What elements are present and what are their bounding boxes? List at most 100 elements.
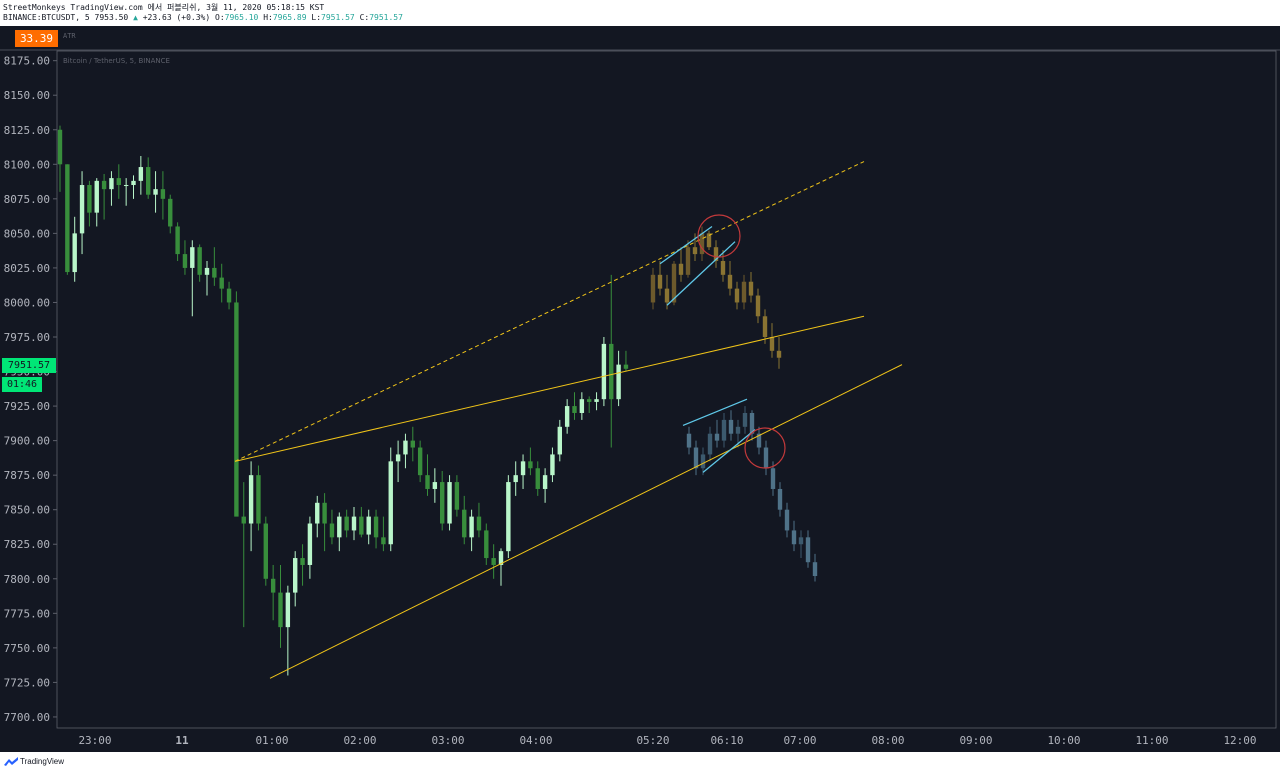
projection-down-candle-body [707, 433, 713, 455]
candle-body [248, 475, 254, 524]
y-tick-label: 7925.00 [4, 400, 50, 413]
projection-down-candle-body [728, 419, 734, 434]
candle-body [101, 180, 107, 190]
candle-body [594, 399, 599, 402]
candle-body [168, 198, 173, 227]
candle-body [447, 482, 452, 524]
candle-body [557, 426, 562, 455]
x-tick-label: 04:00 [519, 734, 552, 747]
candle-body [359, 516, 364, 535]
projection-up-candle-body [678, 263, 684, 275]
plot-area [56, 50, 1277, 729]
candle-body [550, 454, 555, 476]
y-tick-label: 8150.00 [4, 89, 50, 102]
candle-body [256, 475, 261, 524]
candle-body [160, 189, 166, 199]
candle-body [440, 482, 445, 524]
candle-body [616, 364, 621, 400]
candle-body [94, 180, 99, 213]
x-tick-label: 23:00 [78, 734, 111, 747]
projection-down-candle-body [812, 562, 818, 577]
x-tick-label: 07:00 [783, 734, 816, 747]
candle-body [542, 475, 548, 489]
candle-body [116, 178, 121, 186]
symbol-description: Bitcoin / TetherUS, 5, BINANCE [63, 57, 170, 65]
candle-body [263, 523, 268, 579]
projection-up-candle-body [650, 274, 656, 303]
candle-body [351, 516, 357, 531]
x-tick-label: 02:00 [343, 734, 376, 747]
footer-bar: TradingView [0, 752, 1280, 773]
candle-body [601, 343, 607, 400]
projection-down-candle-body [735, 426, 741, 434]
candle-body [579, 399, 585, 413]
y-tick-label: 8175.00 [4, 55, 50, 68]
candle-body [131, 180, 136, 186]
candle-body [204, 267, 210, 275]
y-tick-label: 7975.00 [4, 331, 50, 344]
candle-body [329, 523, 335, 538]
candle-body [535, 468, 540, 489]
projection-up-candle-body [664, 288, 670, 303]
candle-body [491, 558, 496, 565]
candle-body [623, 364, 629, 369]
tradingview-brand[interactable]: TradingView [20, 757, 64, 766]
x-tick-label: 01:00 [255, 734, 288, 747]
candle-body [219, 277, 224, 289]
candle-body [476, 516, 482, 531]
candle-body [609, 343, 614, 400]
candle-body [373, 516, 379, 538]
candle-body [425, 475, 430, 489]
price-chart[interactable]: 8175.00 8150.00 8125.00 8100.00 8075.00 8050.… [0, 0, 1280, 752]
x-tick-label: 03:00 [431, 734, 464, 747]
candle-body [109, 178, 114, 190]
candle-body [307, 523, 313, 565]
candle-body [57, 129, 63, 165]
x-tick-label: 06:10 [710, 734, 743, 747]
candle-body [528, 461, 533, 469]
y-tick-label: 8000.00 [4, 296, 50, 309]
candle-body [506, 482, 511, 552]
candle-body [454, 482, 460, 510]
projection-down-candle-body [798, 537, 804, 545]
candle-body [278, 592, 283, 628]
projection-down-candle-body [770, 468, 776, 489]
candle-body [226, 288, 232, 303]
candle-body [241, 516, 246, 524]
candle-body [520, 461, 526, 476]
candle-body [65, 164, 70, 273]
candle-body [337, 516, 342, 538]
candle-body [322, 502, 327, 524]
x-tick-label: 11 [175, 734, 189, 747]
x-tick-label: 12:00 [1223, 734, 1256, 747]
y-tick-label: 7850.00 [4, 504, 50, 517]
candle-body [513, 475, 518, 483]
projection-up-candle-body [762, 316, 768, 337]
projection-down-candle-body [784, 509, 790, 531]
projection-up-candle-body [657, 274, 663, 289]
candle-body [587, 399, 592, 402]
candle-body [564, 406, 570, 427]
x-tick-label: 05:20 [636, 734, 669, 747]
candle-body [300, 558, 305, 565]
candle-body [410, 440, 415, 448]
y-tick-label: 7775.00 [4, 607, 50, 620]
candle-body [469, 516, 474, 538]
candle-body [197, 247, 202, 275]
candle-body [190, 247, 195, 268]
candle-body [270, 578, 276, 593]
bar-countdown-badge: 01:46 [2, 377, 42, 392]
y-tick-label: 8025.00 [4, 262, 50, 275]
projection-down-candle-body [714, 433, 720, 441]
candle-body [572, 406, 577, 413]
projection-down-candle-body [777, 488, 783, 510]
candle-body [234, 302, 239, 517]
x-tick-label: 09:00 [959, 734, 992, 747]
projection-up-candle-body [755, 295, 761, 317]
x-tick-label: 08:00 [871, 734, 904, 747]
projection-up-candle-body [685, 247, 691, 275]
x-tick-label: 11:00 [1135, 734, 1168, 747]
tradingview-logo-icon[interactable] [4, 757, 18, 767]
y-tick-label: 8075.00 [4, 193, 50, 206]
projection-up-candle-body [720, 261, 726, 275]
